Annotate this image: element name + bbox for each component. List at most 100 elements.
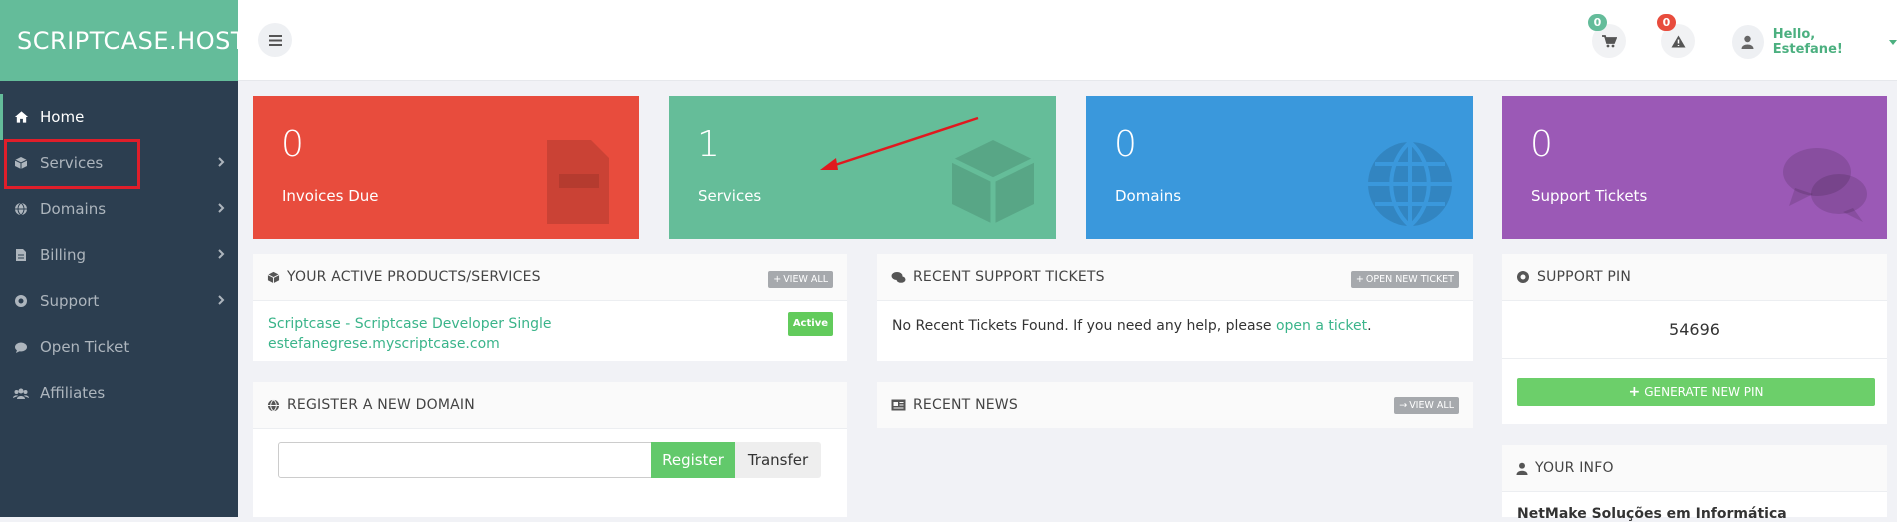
empty-text: No Recent Tickets Found. If you need any… — [892, 318, 1276, 334]
newspaper-icon — [891, 399, 906, 411]
sidebar-item-billing[interactable]: Billing — [0, 232, 238, 278]
tile-label: Invoices Due — [282, 187, 379, 205]
cart-icon — [1601, 34, 1617, 47]
tile-support-tickets[interactable]: 0 Support Tickets — [1502, 96, 1887, 239]
topbar: 0 0 Hello, Estefane! — [238, 0, 1897, 81]
sidebar-item-open-ticket[interactable]: Open Ticket — [0, 324, 238, 370]
tile-label: Services — [698, 187, 762, 205]
generate-pin-button[interactable]: + GENERATE NEW PIN — [1517, 378, 1875, 406]
hamburger-icon — [268, 34, 282, 46]
globe-icon — [267, 399, 280, 412]
sidebar-item-label: Home — [40, 108, 85, 126]
user-icon — [1741, 35, 1754, 49]
plus-icon: + — [1355, 274, 1364, 285]
tile-services[interactable]: 1 Services — [669, 96, 1056, 239]
alerts-button[interactable]: 0 — [1657, 14, 1695, 58]
panel-header: YOUR INFO — [1502, 445, 1887, 492]
chevron-right-icon — [218, 295, 225, 305]
open-new-ticket-button[interactable]: + OPEN NEW TICKET — [1350, 271, 1459, 288]
panel-register-domain: REGISTER A NEW DOMAIN Register Transfer — [253, 382, 847, 517]
sidebar-item-label: Open Ticket — [40, 338, 130, 356]
sidebar-item-label: Domains — [40, 200, 107, 218]
panel-recent-tickets: RECENT SUPPORT TICKETS + OPEN NEW TICKET… — [877, 254, 1473, 361]
panel-header: REGISTER A NEW DOMAIN — [253, 382, 847, 429]
menu-toggle-button[interactable] — [258, 23, 292, 57]
transfer-button[interactable]: Transfer — [735, 442, 821, 478]
tile-label: Domains — [1115, 187, 1182, 205]
panel-recent-news: RECENT NEWS → VIEW ALL — [877, 382, 1473, 428]
invoice-icon — [547, 140, 609, 224]
panel-title: SUPPORT PIN — [1537, 269, 1631, 285]
register-button[interactable]: Register — [651, 442, 735, 478]
user-icon — [1516, 462, 1528, 475]
lifebuoy-icon — [13, 293, 29, 309]
panel-your-info: YOUR INFO NetMake Soluções em Informátic… — [1502, 445, 1887, 522]
sidebar: SCRIPTCASE.HOST Home Services Domains Bi… — [0, 0, 246, 517]
cart-button[interactable]: 0 — [1588, 14, 1626, 58]
sidebar-item-support[interactable]: Support — [0, 278, 238, 324]
panel-header: RECENT NEWS → VIEW ALL — [877, 382, 1473, 428]
open-ticket-link[interactable]: open a ticket — [1276, 318, 1367, 334]
cart-count-badge: 0 — [1588, 14, 1607, 31]
chevron-right-icon — [218, 203, 225, 213]
panel-title: REGISTER A NEW DOMAIN — [287, 397, 475, 413]
panel-title: YOUR ACTIVE PRODUCTS/SERVICES — [287, 269, 541, 285]
tile-value: 0 — [1114, 124, 1137, 165]
tile-value: 0 — [1530, 124, 1553, 165]
panel-active-products: YOUR ACTIVE PRODUCTS/SERVICES + VIEW ALL… — [253, 254, 847, 361]
service-list-item[interactable]: Scriptcase - Scriptcase Developer Single… — [253, 301, 847, 354]
cube-icon — [267, 271, 280, 283]
view-all-news-button[interactable]: → VIEW ALL — [1394, 397, 1459, 414]
service-name-link[interactable]: Scriptcase - Scriptcase Developer Single — [268, 314, 833, 334]
service-domain-link[interactable]: estefanegrese.myscriptcase.com — [268, 334, 833, 354]
lifebuoy-icon — [1517, 271, 1529, 283]
sidebar-item-home[interactable]: Home — [0, 94, 238, 140]
caret-down-icon — [1889, 39, 1897, 45]
generate-pin-label: GENERATE NEW PIN — [1644, 385, 1764, 399]
globe-icon — [1368, 140, 1452, 226]
sidebar-item-affiliates[interactable]: Affiliates — [0, 370, 238, 416]
services-highlight-box — [4, 139, 140, 189]
sidebar-item-label: Affiliates — [40, 384, 106, 402]
sidebar-item-domains[interactable]: Domains — [0, 186, 238, 232]
sidebar-item-label: Support — [40, 292, 100, 310]
company-name: NetMake Soluções em Informática — [1517, 506, 1787, 522]
panel-header: YOUR ACTIVE PRODUCTS/SERVICES + VIEW ALL — [253, 254, 847, 301]
panel-title: YOUR INFO — [1535, 460, 1614, 476]
warning-icon — [1671, 35, 1685, 47]
domain-search-input[interactable] — [278, 442, 652, 478]
view-all-label: VIEW ALL — [1409, 400, 1454, 411]
tile-value: 1 — [697, 124, 720, 165]
comment-icon — [13, 339, 29, 355]
user-menu[interactable]: Hello, Estefane! — [1732, 24, 1897, 60]
tile-invoices-due[interactable]: 0 Invoices Due — [253, 96, 639, 239]
document-icon — [13, 247, 29, 263]
comments-icon — [1783, 148, 1867, 222]
panel-support-pin: SUPPORT PIN 54696 + GENERATE NEW PIN — [1502, 254, 1887, 424]
globe-icon — [13, 201, 29, 217]
panel-header: SUPPORT PIN — [1502, 254, 1887, 301]
empty-end: . — [1367, 318, 1372, 334]
sidebar-item-label: Billing — [40, 246, 86, 264]
tile-label: Support Tickets — [1531, 187, 1648, 205]
panel-title: RECENT SUPPORT TICKETS — [913, 269, 1105, 285]
status-badge: Active — [787, 312, 833, 336]
tickets-empty-message: No Recent Tickets Found. If you need any… — [877, 301, 1473, 334]
alerts-count-badge: 0 — [1657, 14, 1676, 31]
comments-icon — [891, 271, 906, 283]
cube-icon — [950, 140, 1036, 224]
plus-icon: + — [773, 274, 782, 285]
pin-value-row: 54696 — [1502, 301, 1887, 359]
brand-logo[interactable]: SCRIPTCASE.HOST — [0, 0, 246, 81]
tile-domains[interactable]: 0 Domains — [1086, 96, 1473, 239]
avatar — [1732, 25, 1764, 59]
plus-icon: + — [1628, 384, 1641, 400]
panel-title: RECENT NEWS — [913, 397, 1018, 413]
panel-header: RECENT SUPPORT TICKETS + OPEN NEW TICKET — [877, 254, 1473, 301]
view-all-label: VIEW ALL — [783, 274, 828, 285]
arrow-right-icon: → — [1399, 400, 1408, 411]
view-all-products-button[interactable]: + VIEW ALL — [768, 271, 833, 288]
users-icon — [13, 385, 29, 401]
home-icon — [13, 109, 29, 125]
open-new-ticket-label: OPEN NEW TICKET — [1365, 274, 1454, 285]
